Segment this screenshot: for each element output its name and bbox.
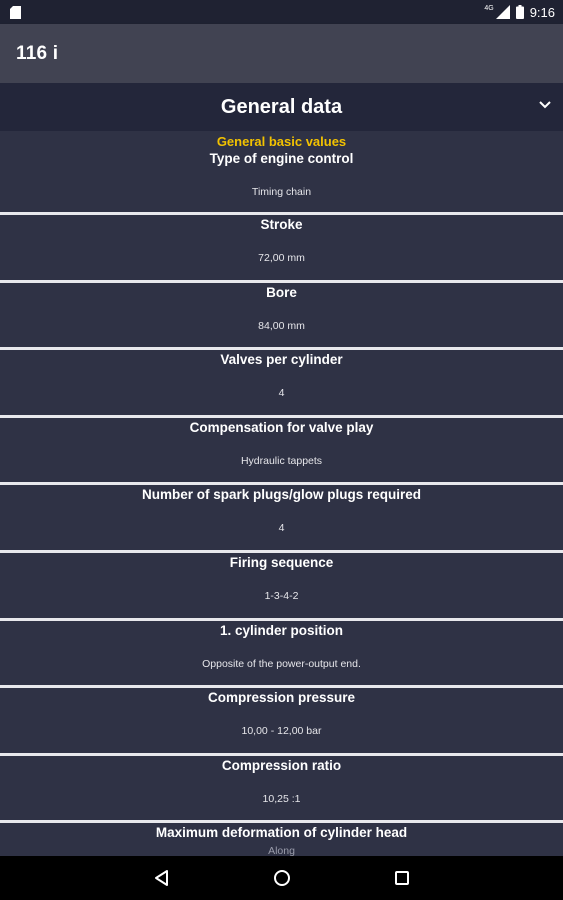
- spec-label: Type of engine control: [209, 151, 354, 166]
- network-type-label: 4G: [484, 4, 494, 12]
- spec-row: Number of spark plugs/glow plugs require…: [0, 485, 563, 553]
- spec-row: Bore 84,00 mm: [0, 283, 563, 351]
- app-bar: 116 i: [0, 24, 563, 83]
- status-bar: 4G 9:16: [0, 0, 563, 24]
- spec-label: Compensation for valve play: [189, 419, 374, 435]
- spec-label: Firing sequence: [229, 554, 334, 570]
- spec-row: Type of engine control Timing chain: [0, 149, 563, 215]
- spec-row: Compression pressure 10,00 - 12,00 bar: [0, 688, 563, 756]
- spec-label: 1. cylinder position: [219, 622, 344, 638]
- back-icon[interactable]: [153, 869, 171, 887]
- spec-value: 84,00 mm: [258, 319, 305, 332]
- sd-card-icon: [10, 5, 21, 19]
- status-right: 4G 9:16: [484, 5, 555, 20]
- spec-list[interactable]: General basic values Type of engine cont…: [0, 131, 563, 856]
- spec-label: Maximum deformation of cylinder head: [155, 825, 408, 841]
- spec-value: 4: [278, 387, 285, 400]
- spec-row: 1. cylinder position Opposite of the pow…: [0, 621, 563, 689]
- recents-button[interactable]: [342, 856, 462, 900]
- spec-row: Compensation for valve play Hydraulic ta…: [0, 418, 563, 486]
- spec-label: Bore: [266, 284, 297, 300]
- status-left: [10, 5, 21, 19]
- spec-value: 4: [278, 522, 285, 535]
- navigation-bar: [0, 856, 563, 900]
- spec-row: Stroke 72,00 mm: [0, 215, 563, 283]
- spec-label: Compression ratio: [221, 757, 342, 773]
- spec-value: 72,00 mm: [258, 252, 305, 264]
- spec-value: Opposite of the power-output end.: [202, 657, 361, 670]
- spec-label: Stroke: [260, 217, 303, 232]
- spec-value: 10,00 - 12,00 bar: [241, 725, 322, 738]
- section-header-general-data[interactable]: General data: [0, 83, 563, 131]
- spec-label: Valves per cylinder: [220, 352, 343, 368]
- spec-value: Hydraulic tappets: [240, 454, 323, 467]
- signal-icon: [495, 5, 510, 19]
- battery-icon: [515, 5, 524, 19]
- spec-row: Maximum deformation of cylinder head Alo…: [0, 823, 563, 856]
- spec-row: Compression ratio 10,25 :1: [0, 756, 563, 824]
- spec-value: Timing chain: [251, 186, 312, 198]
- group-title: General basic values: [216, 134, 347, 149]
- clock: 9:16: [529, 4, 555, 20]
- back-button[interactable]: [102, 856, 222, 900]
- app-title: 116 i: [16, 42, 59, 64]
- spec-row: Firing sequence 1-3-4-2: [0, 553, 563, 621]
- section-title: General data: [220, 95, 343, 118]
- spec-value: 10,25 :1: [262, 792, 301, 805]
- chevron-down-icon[interactable]: [539, 100, 551, 110]
- recents-icon[interactable]: [394, 870, 410, 886]
- spec-value: 1-3-4-2: [264, 589, 299, 602]
- home-button[interactable]: [222, 856, 342, 900]
- spec-value: Along: [268, 845, 295, 856]
- spec-label: Compression pressure: [207, 690, 356, 706]
- spec-row: Valves per cylinder 4: [0, 350, 563, 418]
- home-icon[interactable]: [273, 869, 291, 887]
- spec-label: Number of spark plugs/glow plugs require…: [141, 487, 422, 503]
